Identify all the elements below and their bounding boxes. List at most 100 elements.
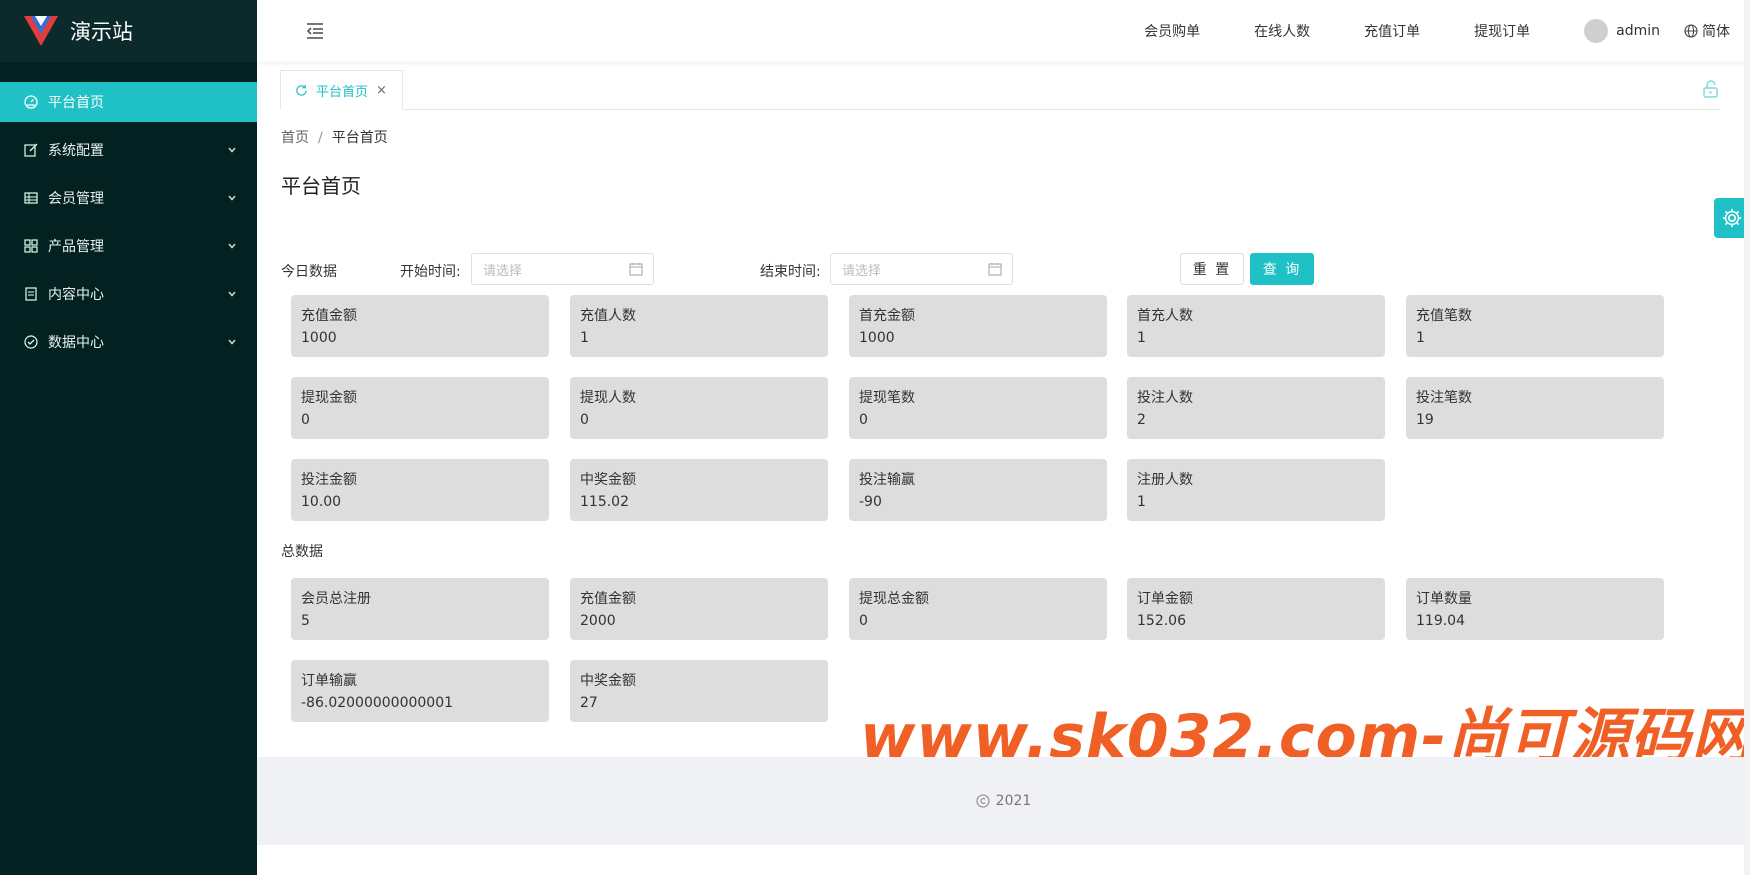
stat-value: 1 (1416, 330, 1425, 346)
avatar[interactable] (1584, 19, 1609, 43)
stat-card: 投注金额 10.00 (291, 459, 549, 521)
stat-value: 19 (1416, 412, 1434, 428)
sidebar-menu: 平台首页 系统配置 会员管理 产品管理 内容中心 数据中心 (0, 82, 257, 362)
stat-card: 充值金额 1000 (291, 295, 549, 357)
close-icon[interactable]: × (376, 83, 387, 98)
start-date-input[interactable]: 请选择 (471, 253, 654, 285)
sidebar-item-members[interactable]: 会员管理 (0, 178, 257, 218)
sidebar: 演示站 平台首页 系统配置 会员管理 产品管理 内容中心 数据中心 (0, 0, 257, 875)
total-data-label: 总数据 (281, 544, 323, 560)
nav-link-recharge-orders[interactable]: 充值订单 (1364, 21, 1420, 41)
breadcrumb-separator: / (318, 130, 323, 146)
username[interactable]: admin (1616, 23, 1660, 39)
stat-card: 会员总注册 5 (291, 578, 549, 640)
unlock-icon[interactable] (1702, 80, 1720, 98)
sidebar-item-label: 产品管理 (48, 239, 104, 255)
stat-card: 订单数量 119.04 (1406, 578, 1664, 640)
stat-card: 提现人数 0 (570, 377, 828, 439)
stat-card: 充值笔数 1 (1406, 295, 1664, 357)
grid-icon (24, 239, 38, 253)
nav-link-withdraw-orders[interactable]: 提现订单 (1474, 21, 1530, 41)
copyright-icon (976, 794, 990, 808)
footer: 2021 (257, 757, 1750, 845)
scrollbar[interactable] (1744, 0, 1750, 875)
stat-card: 投注输赢 -90 (849, 459, 1107, 521)
stat-value: 1000 (301, 330, 337, 346)
stat-value: 2 (1137, 412, 1146, 428)
breadcrumb-home[interactable]: 首页 (281, 130, 309, 146)
refresh-icon[interactable] (295, 84, 308, 97)
stat-card: 中奖金额 115.02 (570, 459, 828, 521)
stat-value: 2000 (580, 613, 616, 629)
start-date-placeholder: 请选择 (483, 263, 523, 279)
menu-fold-icon[interactable] (305, 21, 325, 41)
sidebar-item-dashboard[interactable]: 平台首页 (0, 82, 257, 122)
stat-card: 中奖金额 27 (570, 660, 828, 722)
chevron-down-icon (228, 339, 236, 345)
stat-label: 充值金额 (580, 591, 636, 607)
stat-label: 中奖金额 (580, 472, 636, 488)
stat-label: 投注人数 (1137, 390, 1193, 406)
stat-label: 首充人数 (1137, 308, 1193, 324)
stat-label: 提现笔数 (859, 390, 915, 406)
stat-value: 1 (580, 330, 589, 346)
breadcrumb: 首页 / 平台首页 (281, 127, 388, 147)
stat-value: 0 (301, 412, 310, 428)
chevron-down-icon (228, 195, 236, 201)
stat-label: 提现总金额 (859, 591, 929, 607)
stat-value: 115.02 (580, 494, 629, 510)
stat-card: 提现笔数 0 (849, 377, 1107, 439)
stat-label: 充值人数 (580, 308, 636, 324)
today-data-label: 今日数据 (281, 264, 337, 280)
stat-card: 首充金额 1000 (849, 295, 1107, 357)
chevron-down-icon (228, 291, 236, 297)
sidebar-item-system-config[interactable]: 系统配置 (0, 130, 257, 170)
end-date-input[interactable]: 请选择 (830, 253, 1013, 285)
stat-label: 提现金额 (301, 390, 357, 406)
stat-value: 119.04 (1416, 613, 1465, 629)
nav-link-online-users[interactable]: 在线人数 (1254, 21, 1310, 41)
stat-label: 会员总注册 (301, 591, 371, 607)
stat-label: 充值笔数 (1416, 308, 1472, 324)
stat-label: 提现人数 (580, 390, 636, 406)
app-title: 演示站 (70, 20, 133, 44)
edit-icon (24, 143, 38, 157)
stat-card: 订单金额 152.06 (1127, 578, 1385, 640)
stat-card: 提现总金额 0 (849, 578, 1107, 640)
check-circle-icon (24, 335, 38, 349)
tab-label: 平台首页 (316, 84, 369, 100)
chevron-down-icon (228, 243, 236, 249)
stat-value: -90 (859, 494, 882, 510)
stat-label: 投注金额 (301, 472, 357, 488)
language-switch[interactable]: 简体 (1684, 21, 1730, 41)
dashboard-icon (24, 95, 38, 109)
stat-label: 首充金额 (859, 308, 915, 324)
sidebar-item-content[interactable]: 内容中心 (0, 274, 257, 314)
stat-value: 0 (859, 412, 868, 428)
stat-card: 首充人数 1 (1127, 295, 1385, 357)
table-icon (24, 191, 38, 205)
end-time-label: 结束时间: (760, 264, 821, 280)
brand: 演示站 (0, 0, 257, 62)
stat-value: 152.06 (1137, 613, 1186, 629)
stat-value: 5 (301, 613, 310, 629)
sidebar-item-data[interactable]: 数据中心 (0, 322, 257, 362)
nav-link-member-orders[interactable]: 会员购单 (1144, 21, 1200, 41)
start-time-label: 开始时间: (400, 264, 461, 280)
reset-button[interactable]: 重 置 (1180, 253, 1244, 285)
stat-card: 提现金额 0 (291, 377, 549, 439)
stat-label: 注册人数 (1137, 472, 1193, 488)
stat-label: 订单数量 (1416, 591, 1472, 607)
stat-card: 订单输赢 -86.02000000000001 (291, 660, 549, 722)
stat-value: 1 (1137, 330, 1146, 346)
calendar-icon (988, 263, 1002, 276)
stat-value: 1 (1137, 494, 1146, 510)
sidebar-item-products[interactable]: 产品管理 (0, 226, 257, 266)
gear-icon (1722, 208, 1742, 228)
stat-label: 投注输赢 (859, 472, 915, 488)
tab-dashboard[interactable]: 平台首页 × (280, 70, 403, 110)
breadcrumb-current: 平台首页 (331, 130, 388, 146)
calendar-icon (629, 263, 643, 276)
stat-card: 注册人数 1 (1127, 459, 1385, 521)
query-button[interactable]: 查 询 (1250, 253, 1314, 285)
